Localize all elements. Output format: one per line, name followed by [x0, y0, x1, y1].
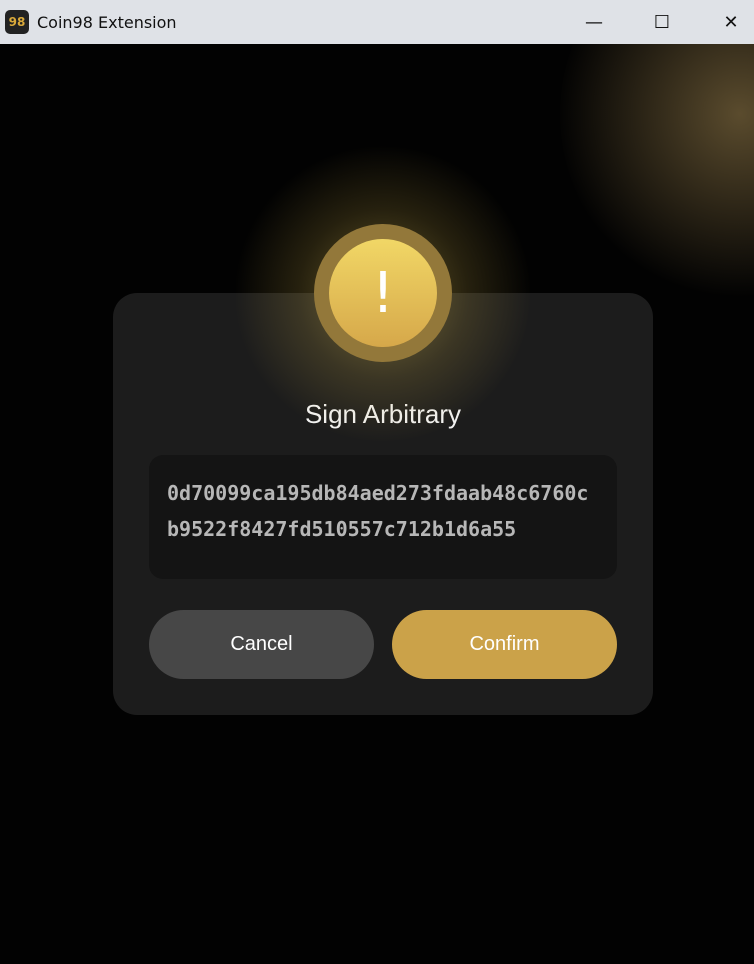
- window-title: Coin98 Extension: [37, 12, 177, 32]
- extension-content: Sign Arbitrary 0d70099ca195db84aed273fda…: [0, 44, 754, 964]
- coin98-logo-icon: 98: [5, 10, 29, 34]
- background-glow: [560, 44, 754, 304]
- minimize-button[interactable]: —: [571, 0, 617, 44]
- confirm-button[interactable]: Confirm: [392, 610, 617, 679]
- close-button[interactable]: ✕: [708, 0, 754, 44]
- exclamation-icon: !: [329, 239, 437, 347]
- message-box: 0d70099ca195db84aed273fdaab48c6760cb9522…: [149, 455, 617, 579]
- window-titlebar: 98 Coin98 Extension — ☐ ✕: [0, 0, 754, 44]
- warning-icon-ring: !: [314, 224, 452, 362]
- maximize-button[interactable]: ☐: [639, 0, 685, 44]
- cancel-button[interactable]: Cancel: [149, 610, 374, 679]
